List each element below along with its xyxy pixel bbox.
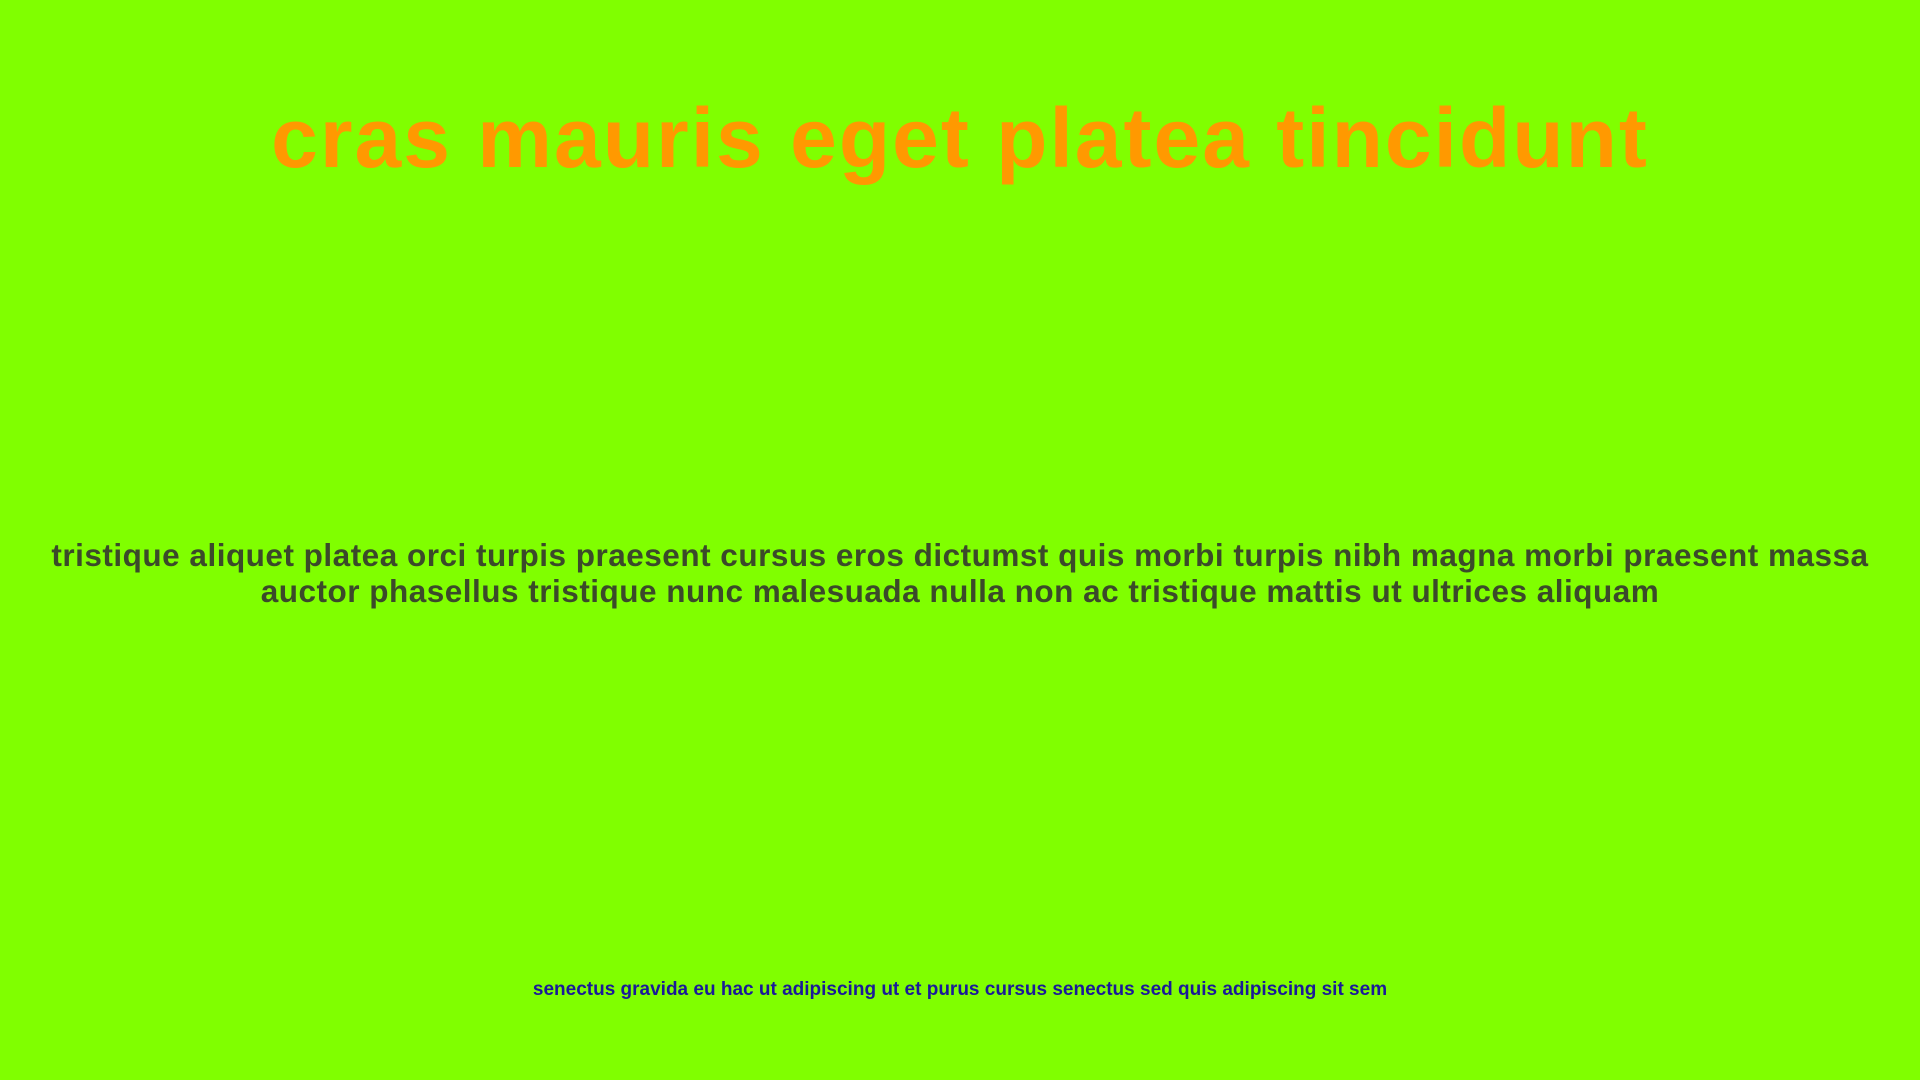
page-title: cras mauris eget platea tincidunt: [271, 91, 1649, 185]
body-paragraph: tristique aliquet platea orci turpis pra…: [51, 537, 1869, 609]
footer-text: senectus gravida eu hac ut adipiscing ut…: [532, 979, 1388, 1000]
